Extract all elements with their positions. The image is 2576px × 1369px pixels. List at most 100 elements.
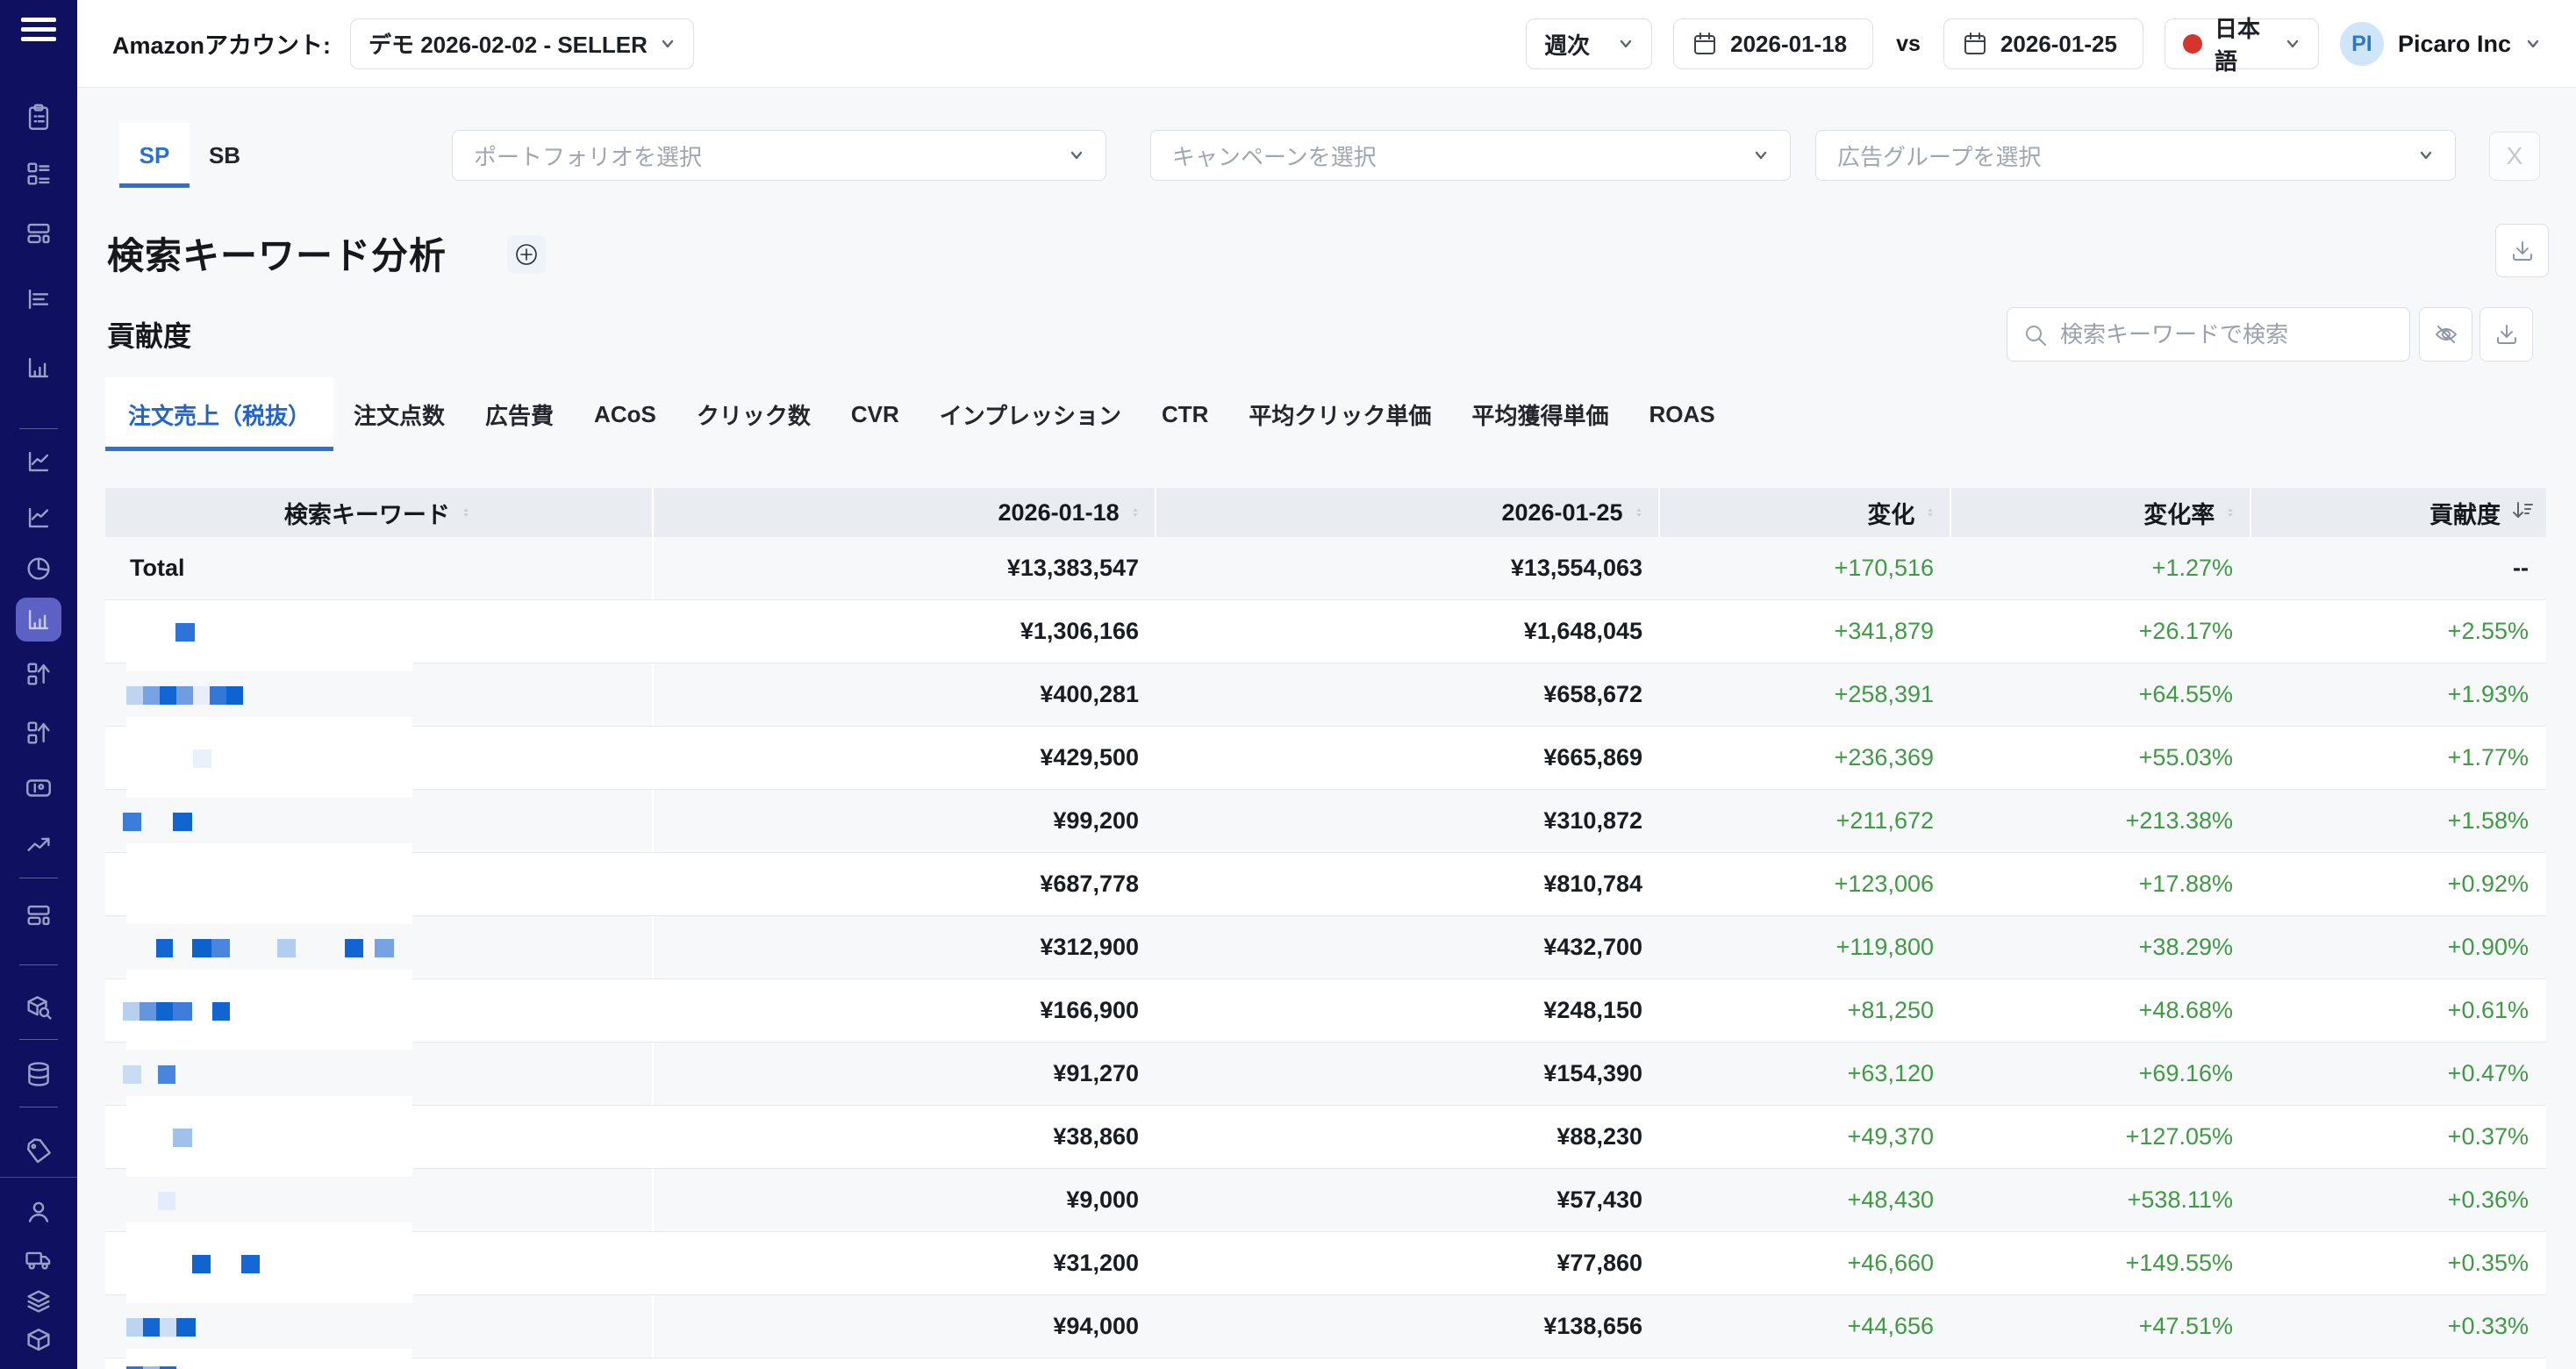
sidebar-item-line-chart-2[interactable] xyxy=(0,495,77,541)
rate-cell: +213.38% xyxy=(1951,790,2250,852)
table-row[interactable]: ¥1,306,166¥1,648,045+341,879+26.17%+2.55… xyxy=(105,600,2546,663)
keyword-cell: Total xyxy=(105,537,654,599)
campaign-select[interactable]: キャンペーンを選択 xyxy=(1150,130,1791,181)
sidebar-item-org-arrow-up-2[interactable] xyxy=(0,710,77,756)
sidebar-divider xyxy=(19,428,58,429)
grid-list-icon xyxy=(24,159,54,189)
d2-cell: ¥658,672 xyxy=(1156,663,1660,726)
d2-cell: ¥665,869 xyxy=(1156,727,1660,789)
rate-cell: +1.27% xyxy=(1951,537,2250,599)
column-header-4[interactable]: 変化 xyxy=(1660,488,1950,537)
date-to-picker[interactable]: 2026-01-25 xyxy=(1943,18,2143,69)
sidebar-item-bar-chart-active[interactable] xyxy=(0,597,77,642)
pie-chart-icon xyxy=(24,554,54,584)
table-row[interactable]: ¥91,270¥154,390+63,120+69.16%+0.47% xyxy=(105,1043,2546,1106)
sidebar-item-grid-list[interactable] xyxy=(0,151,77,197)
metric-tab-2[interactable]: 注文点数 xyxy=(333,377,465,451)
sidebar-item-package[interactable] xyxy=(0,1318,77,1364)
column-header-2[interactable]: 2026-01-18 xyxy=(654,488,1155,537)
metric-tab-7[interactable]: インプレッション xyxy=(919,377,1141,451)
table-row[interactable]: ¥166,900¥248,150+81,250+48.68%+0.61% xyxy=(105,979,2546,1043)
sidebar-item-package-search[interactable] xyxy=(0,984,77,1029)
d1-cell: ¥9,000 xyxy=(654,1169,1156,1231)
sidebar-item-layout-cards-2[interactable] xyxy=(0,892,77,938)
metric-tab-8[interactable]: CTR xyxy=(1141,377,1228,451)
sidebar-item-user[interactable] xyxy=(0,1189,77,1235)
tab-sp[interactable]: SP xyxy=(119,123,190,188)
column-header-3[interactable]: 2026-01-25 xyxy=(1156,488,1658,537)
d1-cell: ¥312,900 xyxy=(654,916,1156,978)
sidebar-item-card-meter[interactable] xyxy=(0,765,77,811)
download-icon xyxy=(2509,238,2536,264)
date-from-picker[interactable]: 2026-01-18 xyxy=(1673,18,1873,69)
metric-tab-4[interactable]: ACoS xyxy=(574,377,676,451)
tab-sb[interactable]: SB xyxy=(190,123,260,188)
column-header-5[interactable]: 変化率 xyxy=(1951,488,2250,537)
metric-tab-10[interactable]: 平均獲得単価 xyxy=(1451,377,1628,451)
sidebar-item-org-arrow-up[interactable] xyxy=(0,651,77,697)
contrib-cell: +1.93% xyxy=(2250,663,2546,726)
redaction-patch xyxy=(126,907,412,924)
metric-tab-5[interactable]: クリック数 xyxy=(676,377,831,451)
redaction-patch xyxy=(126,1349,412,1366)
add-analysis-button[interactable] xyxy=(507,235,546,274)
metric-tab-11[interactable]: ROAS xyxy=(1628,377,1735,451)
download-table-button[interactable] xyxy=(2479,307,2533,362)
table-row[interactable]: ¥687,778¥810,784+123,006+17.88%+0.92% xyxy=(105,853,2546,916)
table-row[interactable]: ¥312,900¥432,700+119,800+38.29%+0.90% xyxy=(105,916,2546,979)
column-header-6[interactable]: 貢献度 xyxy=(2251,488,2546,537)
sidebar-item-tag[interactable] xyxy=(0,1129,77,1174)
redaction-patch xyxy=(126,654,412,671)
date-from-value: 2026-01-18 xyxy=(1730,31,1847,58)
sidebar-item-trending-up[interactable] xyxy=(0,822,77,868)
d2-cell: ¥310,872 xyxy=(1156,790,1660,852)
download-page-button[interactable] xyxy=(2495,224,2549,277)
portfolio-placeholder: ポートフォリオを選択 xyxy=(474,140,1069,172)
table-row[interactable]: ¥38,860¥88,230+49,370+127.05%+0.37% xyxy=(105,1106,2546,1169)
sidebar-item-line-chart[interactable] xyxy=(0,439,77,484)
sidebar-item-database[interactable] xyxy=(0,1051,77,1097)
close-icon: X xyxy=(2507,142,2523,170)
table-header: 検索キーワード2026-01-182026-01-25変化変化率貢献度 xyxy=(105,488,2546,537)
topbar: Amazonアカウント: デモ 2026-02-02 - SELLER 週次 2… xyxy=(77,0,2576,88)
sidebar-item-layout-cards[interactable] xyxy=(0,211,77,256)
redacted-keyword-pixel xyxy=(176,1318,196,1337)
sidebar-item-truck[interactable] xyxy=(0,1236,77,1282)
menu-icon[interactable] xyxy=(21,12,56,42)
table-row[interactable]: ¥400,281¥658,672+258,391+64.55%+1.93% xyxy=(105,663,2546,727)
bar-chart-active-icon xyxy=(24,605,54,634)
search-input[interactable] xyxy=(2058,308,2401,361)
clear-filters-button[interactable]: X xyxy=(2489,132,2540,181)
metric-tab-3[interactable]: 広告費 xyxy=(465,377,574,451)
hide-values-button[interactable] xyxy=(2419,307,2472,362)
metric-tab-9[interactable]: 平均クリック単価 xyxy=(1228,377,1451,451)
sidebar-item-align-left[interactable] xyxy=(0,276,77,322)
user-menu[interactable]: PI Picaro Inc xyxy=(2340,22,2541,66)
sidebar-item-clipboard[interactable] xyxy=(0,95,77,140)
metric-tab-1[interactable]: 注文売上（税抜） xyxy=(105,377,333,451)
d1-cell: ¥400,281 xyxy=(654,663,1156,726)
redacted-keyword-pixel xyxy=(241,1255,260,1273)
account-select[interactable]: デモ 2026-02-02 - SELLER xyxy=(350,18,694,69)
table-row[interactable]: ¥31,200¥77,860+46,660+149.55%+0.35% xyxy=(105,1232,2546,1295)
calendar-icon xyxy=(1692,31,1718,57)
metric-tab-6[interactable]: CVR xyxy=(831,377,919,451)
table-row[interactable]: ¥429,500¥665,869+236,369+55.03%+1.77% xyxy=(105,727,2546,790)
package-icon xyxy=(24,1326,54,1356)
language-select[interactable]: 日本語 xyxy=(2165,18,2319,69)
sidebar-item-pie-chart[interactable] xyxy=(0,546,77,591)
sidebar-item-bar-chart[interactable] xyxy=(0,345,77,391)
contrib-cell: +0.33% xyxy=(2250,1295,2546,1358)
period-select[interactable]: 週次 xyxy=(1526,18,1652,69)
ad-group-select[interactable]: 広告グループを選択 xyxy=(1815,130,2456,181)
column-header-1[interactable]: 検索キーワード xyxy=(105,488,652,537)
table-row[interactable]: ¥94,000¥138,656+44,656+47.51%+0.33% xyxy=(105,1295,2546,1358)
table-row[interactable]: ¥99,200¥310,872+211,672+213.38%+1.58% xyxy=(105,790,2546,853)
d1-cell: ¥31,200 xyxy=(654,1232,1156,1294)
table-row[interactable] xyxy=(105,1358,2546,1369)
account-label: Amazonアカウント: xyxy=(112,26,331,61)
total-row[interactable]: Total¥13,383,547¥13,554,063+170,516+1.27… xyxy=(105,537,2546,600)
table-row[interactable]: ¥9,000¥57,430+48,430+538.11%+0.36% xyxy=(105,1169,2546,1232)
portfolio-select[interactable]: ポートフォリオを選択 xyxy=(452,130,1106,181)
change-cell: +341,879 xyxy=(1660,600,1951,663)
